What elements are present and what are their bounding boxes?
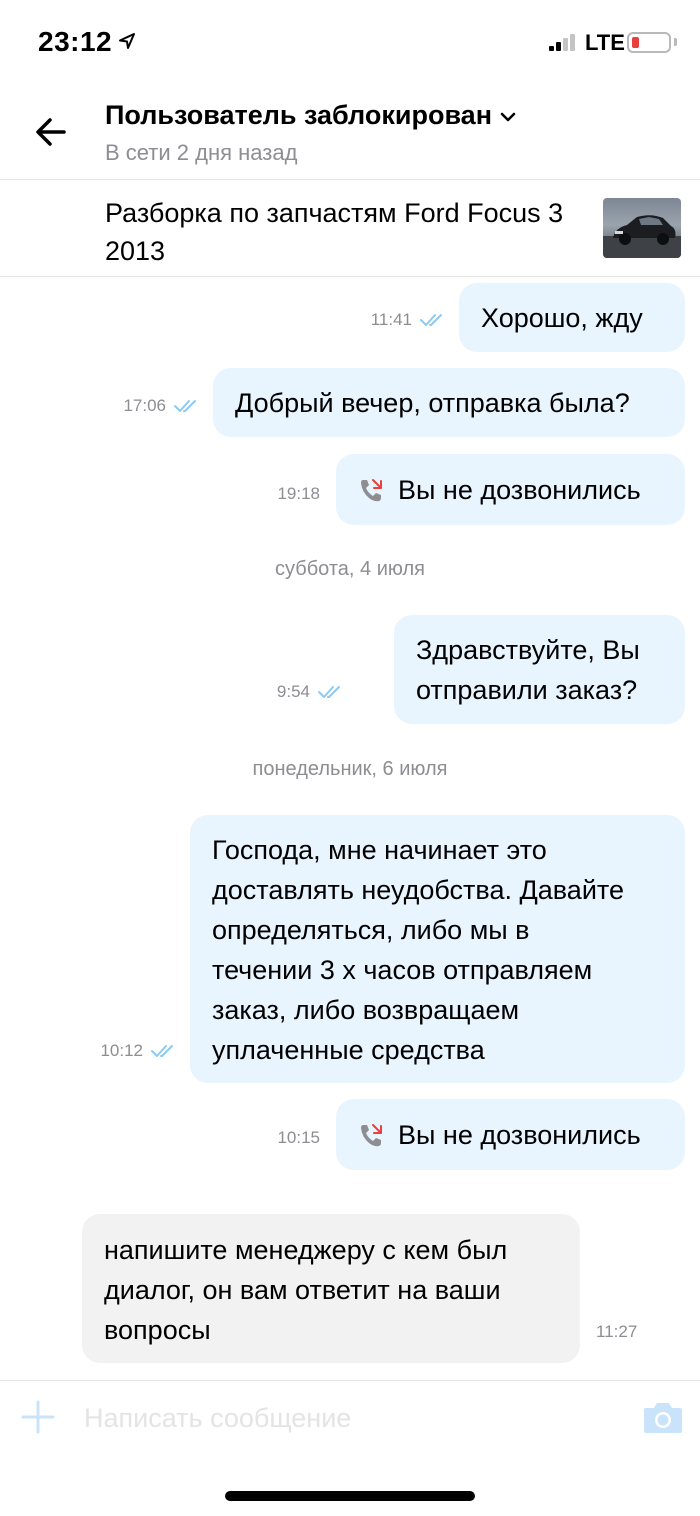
date-separator: понедельник, 6 июля bbox=[252, 758, 448, 780]
listing-card[interactable]: Разборка по запчастям Ford Focus 3 2013 bbox=[0, 180, 700, 277]
message-meta: 10:15 bbox=[277, 1128, 320, 1148]
call-status-text: Вы не дозвонились bbox=[398, 1119, 641, 1150]
status-time: 23:12 bbox=[38, 26, 113, 57]
status-bar: 23:12 LTE bbox=[0, 0, 700, 88]
message-input[interactable] bbox=[84, 1395, 624, 1441]
message-meta: 11:27 bbox=[596, 1322, 637, 1342]
outgoing-message-bubble[interactable]: Добрый вечер, отправка была? bbox=[213, 368, 685, 437]
missed-call-icon bbox=[361, 478, 382, 501]
message-time: 9:54 bbox=[276, 682, 310, 701]
network-type: LTE bbox=[585, 30, 625, 55]
chevron-down-icon bbox=[500, 112, 516, 121]
message-time: 10:15 bbox=[277, 1128, 320, 1147]
message-line: заказ, либо возвращаем bbox=[212, 995, 520, 1025]
car-photo-icon bbox=[603, 215, 681, 258]
home-indicator bbox=[225, 1491, 475, 1501]
incoming-message-bubble[interactable]: напишите менеджеру с кем был диалог, он в… bbox=[82, 1214, 580, 1363]
message-time: 10:12 bbox=[100, 1041, 143, 1060]
message-line: доставлять неудобства. Давайте bbox=[212, 875, 624, 905]
last-seen-status: В сети 2 дня назад bbox=[105, 140, 298, 165]
date-separator: суббота, 4 июля bbox=[275, 558, 425, 580]
message-time: 19:18 bbox=[277, 484, 320, 503]
message-line: Господа, мне начинает это bbox=[212, 835, 547, 865]
chat-header: Пользователь заблокирован В сети 2 дня н… bbox=[0, 88, 700, 180]
message-meta: 9:54 bbox=[277, 682, 348, 702]
message-line: Здравствуйте, Вы bbox=[416, 635, 640, 665]
message-line: вопросы bbox=[104, 1315, 211, 1345]
cellular-signal-icon bbox=[549, 34, 575, 51]
chat-title-dropdown[interactable]: Пользователь заблокирован bbox=[105, 100, 516, 131]
message-meta: 19:18 bbox=[277, 484, 320, 504]
battery-icon bbox=[627, 32, 671, 53]
read-ticks-icon bbox=[318, 686, 340, 698]
call-row: Вы не дозвонились bbox=[358, 1099, 663, 1170]
message-meta: 10:12 bbox=[100, 1041, 181, 1061]
read-ticks-icon bbox=[420, 314, 442, 326]
message-time: 11:27 bbox=[596, 1322, 638, 1341]
battery-tip bbox=[674, 38, 677, 46]
message-line: течении 3 х часов отправляем bbox=[212, 955, 593, 985]
battery-level bbox=[632, 37, 639, 48]
outgoing-message-bubble[interactable]: Хорошо, жду bbox=[459, 283, 685, 352]
read-ticks-icon bbox=[151, 1045, 173, 1057]
message-meta: 17:06 bbox=[123, 396, 204, 416]
outgoing-message-bubble[interactable]: Господа, мне начинает это доставлять неуд… bbox=[190, 815, 685, 1083]
message-line: Хорошо, жду bbox=[481, 303, 643, 333]
message-time: 17:06 bbox=[123, 396, 166, 415]
message-line: напишите менеджеру с кем был bbox=[104, 1235, 508, 1265]
missed-call-icon bbox=[361, 1123, 382, 1146]
message-line: отправили заказ? bbox=[416, 675, 638, 705]
message-meta: 11:41 bbox=[371, 310, 450, 330]
message-time: 11:41 bbox=[370, 310, 412, 329]
camera-icon[interactable] bbox=[642, 1399, 684, 1435]
message-line: Добрый вечер, отправка была? bbox=[235, 388, 630, 418]
plus-icon[interactable] bbox=[20, 1399, 56, 1435]
arrow-left-icon[interactable] bbox=[30, 112, 76, 152]
message-line: диалог, он вам ответит на ваши bbox=[104, 1275, 501, 1305]
call-status-text: Вы не дозвонились bbox=[398, 474, 641, 505]
message-line: определяться, либо мы в bbox=[212, 915, 530, 945]
location-arrow-icon bbox=[119, 33, 135, 49]
chat-title: Пользователь заблокирован bbox=[105, 100, 493, 130]
call-row: Вы не дозвонились bbox=[358, 454, 663, 525]
call-message-bubble[interactable]: Вы не дозвонились bbox=[336, 1099, 685, 1170]
read-ticks-icon bbox=[174, 400, 196, 412]
outgoing-message-bubble[interactable]: Здравствуйте, Вы отправили заказ? bbox=[394, 615, 685, 724]
composer bbox=[0, 1380, 700, 1456]
call-message-bubble[interactable]: Вы не дозвонились bbox=[336, 454, 685, 525]
listing-thumbnail bbox=[603, 198, 681, 258]
listing-title: Разборка по запчастям Ford Focus 3 2013 bbox=[105, 198, 564, 266]
message-line: уплаченные средства bbox=[212, 1035, 485, 1065]
